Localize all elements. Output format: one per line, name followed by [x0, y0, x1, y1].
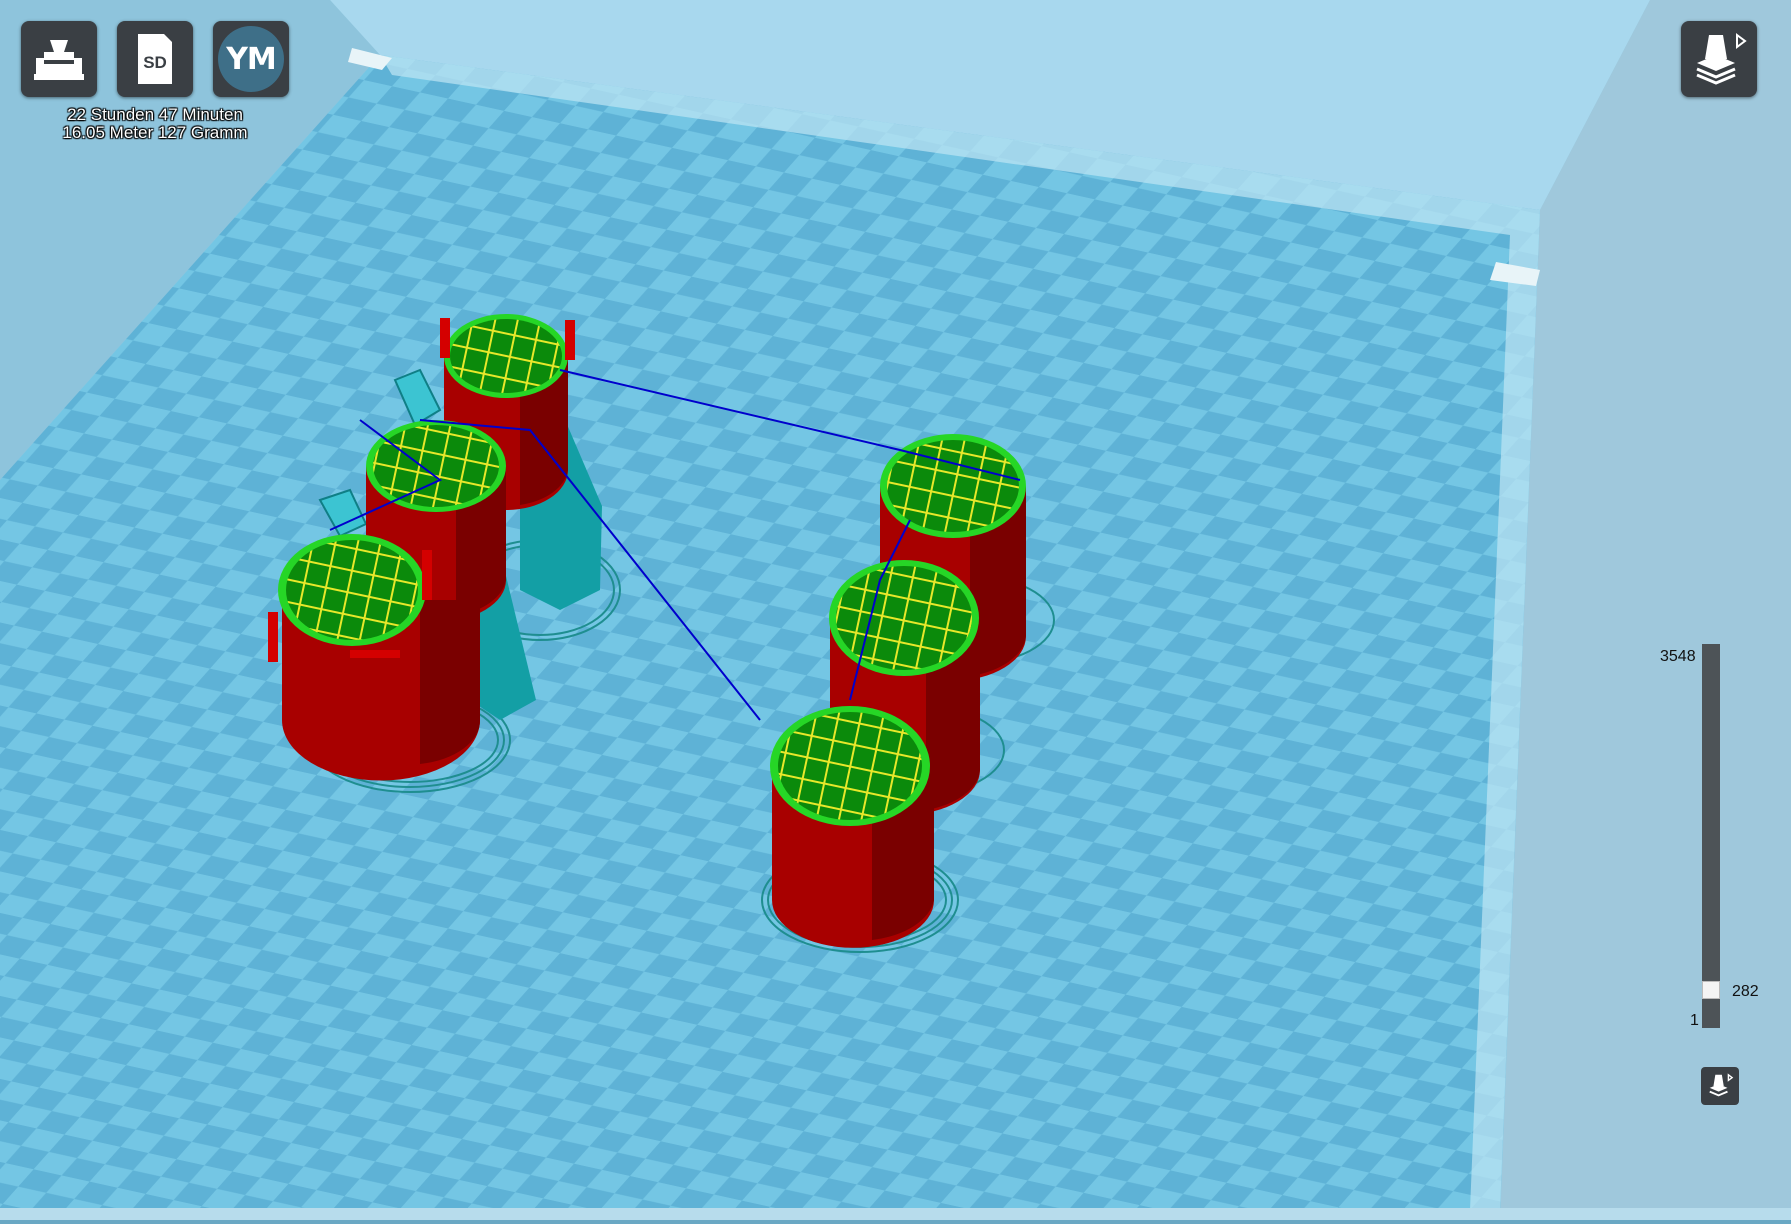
layer-slider-track[interactable] — [1702, 644, 1720, 1028]
sd-card-icon: SD — [138, 34, 172, 84]
bottom-line — [0, 1220, 1791, 1224]
print-time: 22 Stunden 47 Minuten — [67, 105, 243, 124]
build-plate — [0, 55, 1540, 1210]
print-object-6 — [770, 706, 934, 948]
layer-slider-handle[interactable] — [1702, 981, 1720, 999]
layer-view-icon — [1696, 33, 1747, 85]
layer-slider-min: 1 — [1690, 1012, 1699, 1029]
layer-slider-max: 3548 — [1660, 648, 1696, 665]
layer-slider-current: 282 — [1732, 983, 1759, 1000]
user-account-button[interactable]: YM — [213, 21, 289, 97]
3d-print-preview[interactable] — [0, 0, 1791, 1224]
print-estimate: 22 Stunden 47 Minuten 16.05 Meter 127 Gr… — [30, 106, 280, 142]
svg-text:SD: SD — [143, 53, 167, 72]
printer-icon — [34, 40, 84, 80]
layer-mode-icon — [1709, 1073, 1734, 1097]
print-material: 16.05 Meter 127 Gramm — [62, 123, 248, 142]
sd-card-button[interactable]: SD — [117, 21, 193, 97]
layer-view-button[interactable] — [1681, 21, 1757, 97]
layer-mode-button[interactable] — [1701, 1067, 1739, 1105]
avatar: YM — [218, 26, 284, 92]
print-button[interactable] — [21, 21, 97, 97]
